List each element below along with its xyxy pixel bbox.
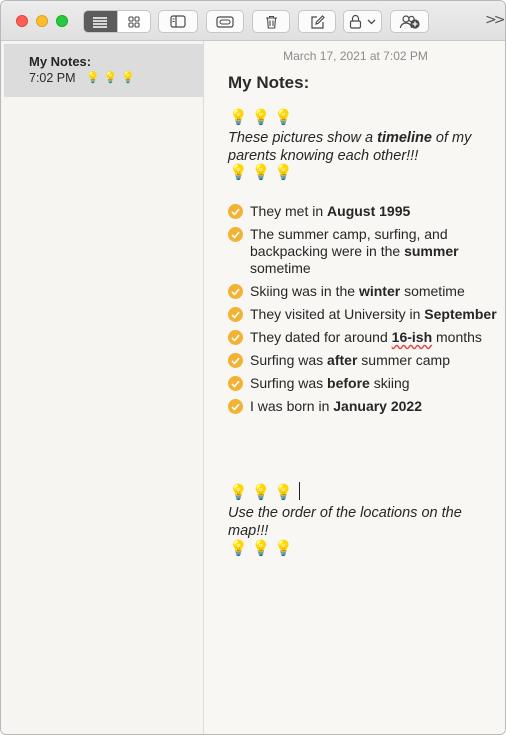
chevron-more-icon[interactable]: >> [485, 12, 505, 28]
note-list-time: 7:02 PM [29, 71, 76, 85]
checklist-text: Surfing was after summer camp [250, 352, 450, 368]
note-list-title: My Notes: [29, 54, 92, 69]
lightbulb-emoji-text: 💡💡💡 [229, 483, 298, 501]
sidebar-toggle-icon [170, 15, 186, 28]
checklist-item: Skiing was in the winter sometime [228, 283, 498, 300]
checklist-text: The summer camp, surfing, and backpackin… [250, 226, 459, 276]
note-heading: My Notes: [228, 73, 310, 92]
view-mode-segmented-control [83, 10, 151, 33]
checklist-item: Surfing was before skiing [228, 375, 498, 392]
lightbulb-emoji-row: 💡💡💡 [229, 108, 298, 126]
notes-list-sidebar: My Notes: 7:02 PM 💡💡💡 [1, 41, 204, 734]
checkmark-icon[interactable] [228, 307, 243, 322]
minimize-window-button[interactable] [36, 15, 48, 27]
checklist-text: Skiing was in the winter sometime [250, 283, 465, 299]
delete-note-button[interactable] [252, 10, 290, 33]
chevron-down-icon [367, 19, 376, 24]
checkmark-icon[interactable] [228, 284, 243, 299]
note-date: March 17, 2021 at 7:02 PM [283, 49, 428, 63]
checklist-item: They met in August 1995 [228, 203, 498, 220]
checklist-item: I was born in January 2022 [228, 398, 498, 415]
note-list-preview: 💡💡💡 [86, 72, 140, 84]
note-editor[interactable]: March 17, 2021 at 7:02 PM My Notes: 💡💡💡 … [205, 41, 505, 734]
checklist-text: They visited at University in September [250, 306, 497, 322]
checklist-item: They dated for around 16-ish months [228, 329, 498, 346]
checklist-text: They met in August 1995 [250, 203, 411, 219]
intro-text: These pictures show a timeline of my par… [228, 129, 493, 165]
zoom-window-button[interactable] [56, 15, 68, 27]
close-window-button[interactable] [16, 15, 28, 27]
notes-window: >> My Notes: 7:02 PM 💡💡💡 March 17, 2021 … [0, 0, 506, 735]
add-people-icon [399, 14, 420, 29]
add-people-button[interactable] [390, 10, 429, 33]
new-note-button[interactable] [298, 10, 336, 33]
gallery-view-button[interactable] [116, 11, 150, 32]
lock-icon [349, 14, 362, 29]
lock-note-button[interactable] [343, 10, 382, 33]
lightbulb-emoji-row: 💡💡💡 [229, 482, 301, 501]
gallery-view-icon [128, 15, 140, 28]
lightbulb-emoji-row: 💡💡💡 [229, 539, 298, 557]
text-cursor [299, 482, 301, 500]
lightbulb-emoji-row: 💡💡💡 [229, 163, 298, 181]
checklist: They met in August 1995 The summer camp, … [228, 203, 498, 421]
list-view-button[interactable] [84, 11, 117, 32]
checklist-text: Surfing was before skiing [250, 375, 410, 391]
checklist-item: The summer camp, surfing, and backpackin… [228, 226, 498, 277]
checkmark-icon[interactable] [228, 227, 243, 242]
toolbar: >> [1, 1, 505, 41]
checklist-text: I was born in January 2022 [250, 398, 422, 414]
attachments-icon [216, 16, 234, 28]
checklist-item: Surfing was after summer camp [228, 352, 498, 369]
intro-text-part: These pictures show a [228, 130, 378, 146]
toggle-sidebar-button[interactable] [158, 10, 198, 33]
outro-text: Use the order of the locations on the ma… [228, 505, 462, 539]
checkmark-icon[interactable] [228, 330, 243, 345]
intro-text-bold: timeline [377, 130, 432, 146]
checkmark-icon[interactable] [228, 204, 243, 219]
checkmark-icon[interactable] [228, 399, 243, 414]
trash-icon [265, 15, 277, 29]
checklist-item: They visited at University in September [228, 306, 498, 323]
note-list-item[interactable]: My Notes: 7:02 PM 💡💡💡 [4, 44, 204, 97]
checklist-text: They dated for around 16-ish months [250, 329, 482, 345]
checkmark-icon[interactable] [228, 353, 243, 368]
checkmark-icon[interactable] [228, 376, 243, 391]
compose-icon [310, 14, 325, 29]
list-view-icon [93, 16, 108, 28]
attachments-button[interactable] [206, 10, 244, 33]
